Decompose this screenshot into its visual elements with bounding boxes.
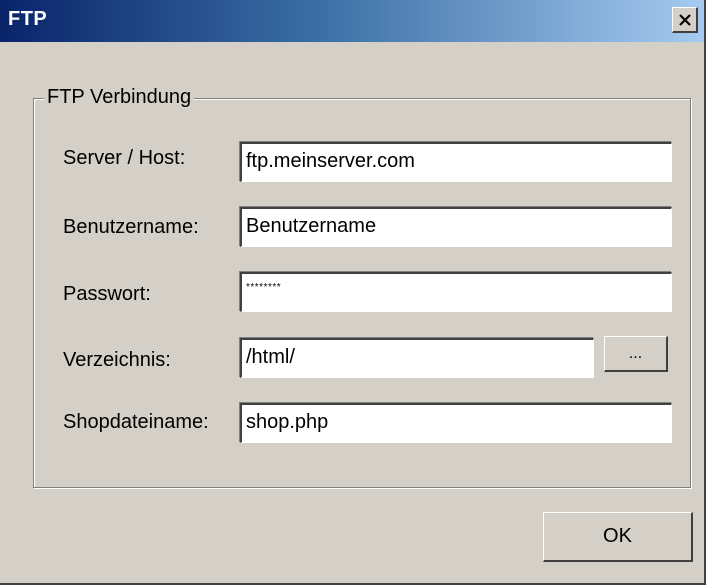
username-input[interactable]: Benutzername — [240, 207, 672, 247]
close-icon — [678, 13, 692, 26]
window-title: FTP — [8, 8, 48, 30]
directory-label: Verzeichnis: — [63, 349, 171, 371]
shopfile-input[interactable]: shop.php — [240, 403, 672, 443]
browse-button[interactable]: ... — [604, 336, 668, 372]
title-bar[interactable]: FTP — [0, 0, 704, 42]
ftp-dialog: FTP FTP Verbindung Server / Host: ftp.me… — [0, 0, 706, 585]
shopfile-label: Shopdateiname: — [63, 411, 209, 433]
server-label: Server / Host: — [63, 147, 186, 169]
close-button[interactable] — [672, 7, 698, 33]
username-label: Benutzername: — [63, 216, 199, 238]
server-input[interactable]: ftp.meinserver.com — [240, 142, 672, 182]
group-legend: FTP Verbindung — [44, 86, 195, 109]
ok-button[interactable]: OK — [543, 512, 693, 562]
password-label: Passwort: — [63, 283, 151, 305]
directory-input[interactable]: /html/ — [240, 338, 594, 378]
password-input[interactable]: ******** — [240, 272, 672, 312]
